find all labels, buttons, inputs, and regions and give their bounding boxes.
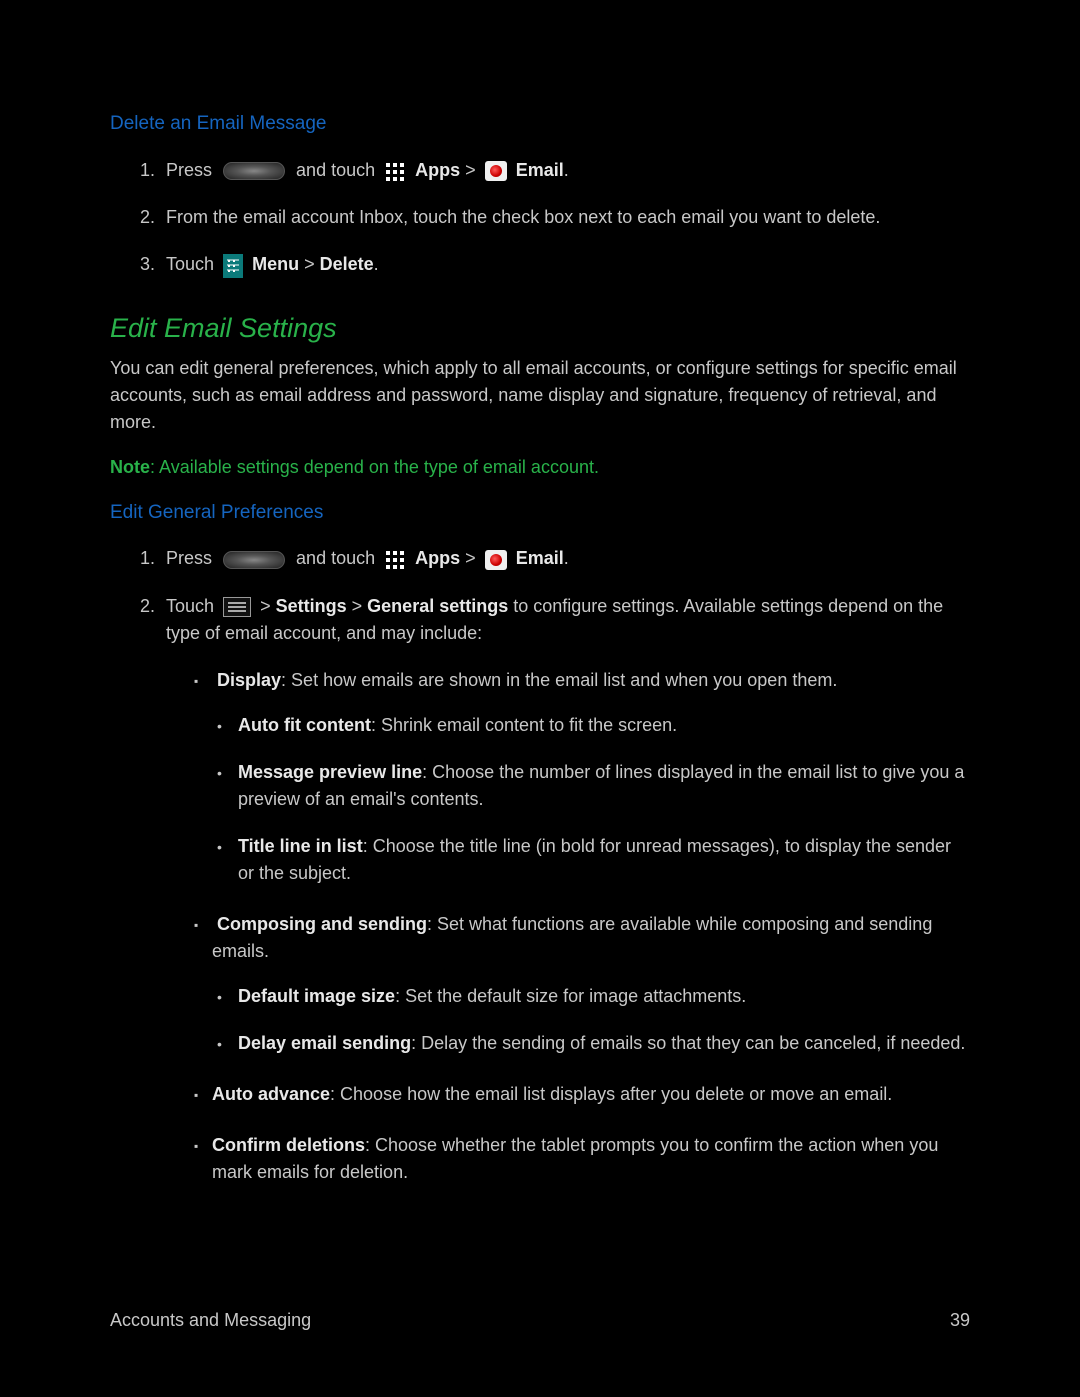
bold-text: Confirm deletions — [212, 1135, 365, 1155]
text: . — [374, 254, 379, 274]
bold-text: General settings — [367, 596, 508, 616]
settings-categories: Display: Set how emails are shown in the… — [166, 667, 970, 1186]
bold-text: Default image size — [238, 986, 395, 1006]
bold-text: Auto fit content — [238, 715, 371, 735]
text: : Choose how the email list displays aft… — [330, 1084, 892, 1104]
text: and touch — [296, 160, 375, 180]
bold-text: Email — [516, 160, 564, 180]
home-button-icon — [223, 162, 285, 180]
bold-text: Delay email sending — [238, 1033, 411, 1053]
list-item: Composing and sending: Set what function… — [206, 911, 970, 1057]
list-item: Auto advance: Choose how the email list … — [206, 1081, 970, 1108]
bold-text: Settings — [276, 596, 347, 616]
list-item: Confirm deletions: Choose whether the ta… — [206, 1132, 970, 1186]
list-item: Display: Set how emails are shown in the… — [206, 667, 970, 887]
note-text: Note: Available settings depend on the t… — [110, 454, 970, 481]
bold-text: Apps — [415, 548, 460, 568]
paragraph: You can edit general preferences, which … — [110, 355, 970, 436]
bold-text: Message preview line — [238, 762, 422, 782]
bold-text: Display — [217, 670, 281, 690]
bold-text: Auto advance — [212, 1084, 330, 1104]
footer-section: Accounts and Messaging — [110, 1307, 311, 1334]
heading-general-prefs: Edit General Preferences — [110, 499, 970, 528]
heading-delete-email: Delete an Email Message — [110, 110, 970, 139]
bold-text: Email — [516, 548, 564, 568]
apps-grid-icon — [382, 546, 408, 573]
list-item: Message preview line: Choose the number … — [238, 759, 970, 813]
page-footer: Accounts and Messaging 39 — [0, 1307, 1080, 1334]
email-app-icon — [485, 161, 507, 181]
list-item: Delay email sending: Delay the sending o… — [238, 1030, 970, 1057]
heading-edit-settings: Edit Email Settings — [110, 308, 970, 349]
text: . — [564, 548, 569, 568]
text: Press — [166, 548, 212, 568]
text: : Delay the sending of emails so that th… — [411, 1033, 965, 1053]
text: Touch — [166, 254, 214, 274]
email-app-icon — [485, 550, 507, 570]
general-steps-list: Press and touch Apps > Email. Touch > Se… — [110, 545, 970, 1186]
composing-options: Default image size: Set the default size… — [212, 983, 970, 1057]
delete-steps-list: Press and touch Apps > Email. From the e… — [110, 157, 970, 279]
bold-text: Title line in list — [238, 836, 363, 856]
display-options: Auto fit content: Shrink email content t… — [212, 712, 970, 887]
text: : Set the default size for image attachm… — [395, 986, 746, 1006]
list-item: Default image size: Set the default size… — [238, 983, 970, 1010]
text: > — [352, 596, 363, 616]
bold-text: Composing and sending — [217, 914, 427, 934]
text: : Set how emails are shown in the email … — [281, 670, 837, 690]
page-number: 39 — [950, 1307, 970, 1334]
menu-dots-icon — [223, 254, 243, 278]
text: > — [260, 596, 271, 616]
list-item: Press and touch Apps > Email. — [160, 545, 970, 573]
list-item: Title line in list: Choose the title lin… — [238, 833, 970, 887]
text: Press — [166, 160, 212, 180]
bold-text: Apps — [415, 160, 460, 180]
text: > — [304, 254, 315, 274]
bold-text: Delete — [320, 254, 374, 274]
text: > — [465, 548, 476, 568]
page-content: Delete an Email Message Press and touch … — [0, 0, 1080, 1250]
bold-text: Menu — [252, 254, 299, 274]
menu-list-icon — [223, 597, 251, 617]
list-item: Touch > Settings > General settings to c… — [160, 593, 970, 1186]
list-item: Press and touch Apps > Email. — [160, 157, 970, 185]
home-button-icon — [223, 551, 285, 569]
text: : Available settings depend on the type … — [150, 457, 599, 477]
list-item: Touch Menu > Delete. — [160, 251, 970, 278]
text: : Shrink email content to fit the screen… — [371, 715, 677, 735]
text: > — [465, 160, 476, 180]
text: and touch — [296, 548, 375, 568]
apps-grid-icon — [382, 157, 408, 184]
list-item: Auto fit content: Shrink email content t… — [238, 712, 970, 739]
note-label: Note — [110, 457, 150, 477]
text: Touch — [166, 596, 214, 616]
list-item: From the email account Inbox, touch the … — [160, 204, 970, 231]
text: . — [564, 160, 569, 180]
